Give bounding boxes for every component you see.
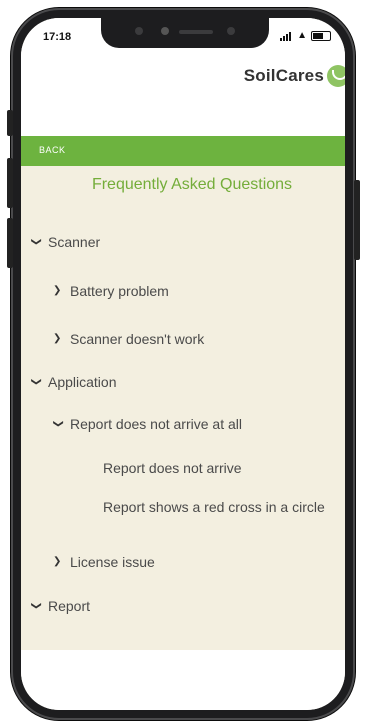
faq-section-label: Scanner — [48, 234, 101, 250]
status-time: 17:18 — [43, 31, 72, 43]
faq-section-scanner[interactable]: ❯ Scanner — [30, 234, 101, 250]
faq-item-scanner-doesnt-work[interactable]: ❯ Scanner doesn't work — [53, 331, 204, 347]
chevron-right-icon: ❯ — [53, 333, 62, 344]
chevron-down-icon: ❯ — [52, 419, 64, 428]
signal-icon — [280, 31, 293, 41]
faq-item-label: Battery problem — [70, 283, 169, 299]
notch — [101, 18, 269, 48]
speaker-grille — [179, 30, 213, 34]
chevron-down-icon: ❯ — [30, 601, 42, 610]
back-bar: BACK — [21, 136, 345, 166]
screen: 17:18 ▲ SoilCares BACK Frequently Asked … — [21, 18, 345, 710]
page-title: Frequently Asked Questions — [91, 176, 293, 193]
faq-item-label: Report does not arrive at all — [70, 416, 242, 432]
chevron-right-icon: ❯ — [53, 556, 62, 567]
faq-item-license-issue[interactable]: ❯ License issue — [53, 554, 155, 570]
logo-text: SoilCares — [243, 66, 324, 85]
faq-section-report[interactable]: ❯ Report — [30, 598, 91, 614]
wifi-icon: ▲ — [297, 30, 307, 41]
chevron-right-icon: ❯ — [53, 285, 62, 296]
faq-answer-red-cross[interactable]: Report shows a red cross in a circle — [103, 498, 325, 516]
battery-icon — [311, 31, 331, 41]
power-button — [354, 180, 360, 260]
faq-section-label: Report — [48, 598, 91, 614]
chevron-down-icon: ❯ — [30, 377, 42, 386]
bottom-area — [21, 650, 345, 710]
chevron-down-icon: ❯ — [30, 237, 42, 246]
faq-item-report-does-not-arrive-at-all[interactable]: ❯ Report does not arrive at all — [53, 416, 242, 432]
soilcares-logo: SoilCares — [244, 65, 345, 87]
volume-up-button — [7, 158, 13, 208]
camera-icon — [161, 27, 169, 35]
volume-down-button — [7, 218, 13, 268]
faq-item-battery-problem[interactable]: ❯ Battery problem — [53, 283, 169, 299]
faq-section-application[interactable]: ❯ Application — [31, 374, 117, 390]
back-button[interactable]: BACK — [39, 145, 66, 155]
sensor-icon — [135, 27, 143, 35]
mute-switch — [7, 110, 13, 136]
soilcares-logo-icon — [327, 65, 345, 87]
status-icons: ▲ — [280, 31, 331, 41]
faq-item-label: Scanner doesn't work — [70, 331, 205, 347]
proximity-sensor-icon — [227, 27, 235, 35]
faq-section-label: Application — [48, 374, 117, 390]
faq-item-label: License issue — [70, 554, 155, 570]
status-bar: 17:18 ▲ — [21, 18, 345, 58]
faq-answer-report-does-not-arrive[interactable]: Report does not arrive — [103, 459, 303, 477]
